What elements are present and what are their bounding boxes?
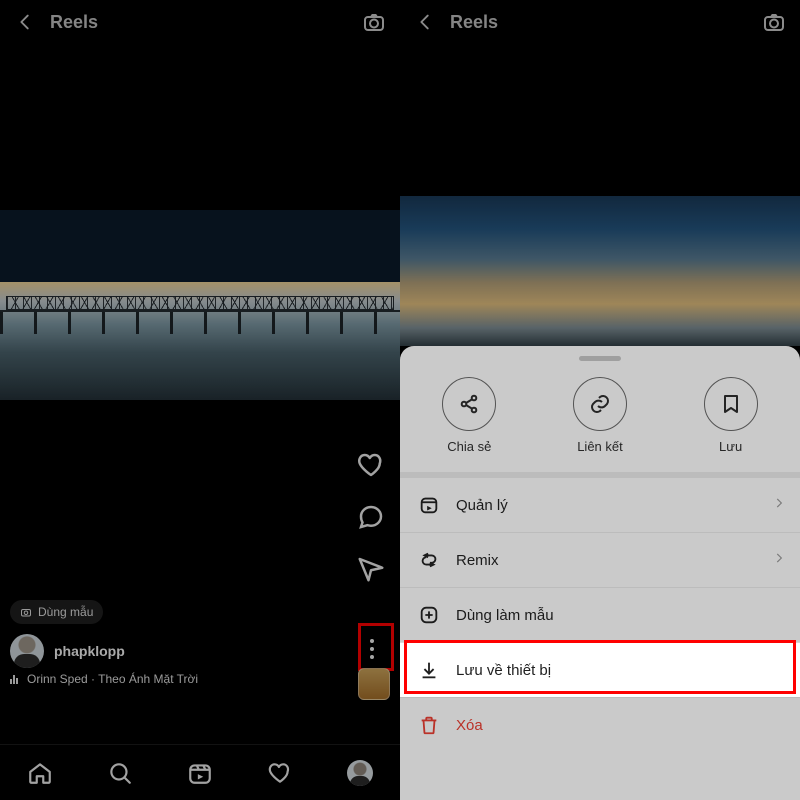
camera-mini-icon xyxy=(20,606,32,618)
save-button[interactable]: Lưu xyxy=(676,377,786,454)
right-topbar: Reels xyxy=(400,0,800,44)
camera-icon[interactable] xyxy=(362,10,386,34)
left-topbar: Reels xyxy=(0,0,400,44)
nav-reels-icon[interactable] xyxy=(187,760,213,786)
use-template-label: Dùng mẫu xyxy=(38,605,93,619)
send-icon[interactable] xyxy=(356,554,386,584)
manage-icon xyxy=(418,494,440,516)
menu-delete[interactable]: Xóa xyxy=(400,697,800,752)
nav-activity-icon[interactable] xyxy=(267,760,293,786)
download-icon xyxy=(418,659,440,681)
nav-home-icon[interactable] xyxy=(27,760,53,786)
comment-icon[interactable] xyxy=(356,502,386,532)
audio-row[interactable]: Orinn Sped · Theo Ánh Mặt Trời xyxy=(10,672,198,686)
nav-search-icon[interactable] xyxy=(107,760,133,786)
back-icon[interactable] xyxy=(14,11,36,33)
audio-label: Orinn Sped · Theo Ánh Mặt Trời xyxy=(27,672,198,686)
bridge-graphic xyxy=(0,306,400,338)
sheet-menu: Quản lý Remix Dùng làm mẫu Lưu về thiết … xyxy=(400,478,800,752)
link-label: Liên kết xyxy=(577,439,623,454)
reel-video-left[interactable] xyxy=(0,210,400,400)
author-avatar[interactable] xyxy=(10,634,44,668)
link-icon xyxy=(588,392,612,416)
options-bottom-sheet: Chia sẻ Liên kết Lưu Quản lý xyxy=(400,346,800,800)
kebab-icon xyxy=(370,639,374,659)
reel-action-column xyxy=(356,450,386,584)
use-template-pill[interactable]: Dùng mẫu xyxy=(10,600,103,624)
menu-use-template[interactable]: Dùng làm mẫu xyxy=(400,587,800,642)
sheet-top-actions: Chia sẻ Liên kết Lưu xyxy=(400,367,800,472)
menu-manage-label: Quản lý xyxy=(456,497,508,514)
trash-icon xyxy=(418,714,440,736)
page-title: Reels xyxy=(450,12,498,33)
audio-cover-tile[interactable] xyxy=(358,668,390,700)
author-username: phapklopp xyxy=(54,643,125,659)
share-button[interactable]: Chia sẻ xyxy=(414,377,524,454)
bookmark-icon xyxy=(719,392,743,416)
menu-manage[interactable]: Quản lý xyxy=(400,478,800,532)
remix-icon xyxy=(418,549,440,571)
more-button[interactable] xyxy=(350,627,394,671)
nav-profile-avatar[interactable] xyxy=(347,760,373,786)
link-button[interactable]: Liên kết xyxy=(545,377,655,454)
audio-bars-icon xyxy=(10,674,20,684)
like-icon[interactable] xyxy=(356,450,386,480)
chevron-right-icon xyxy=(772,551,786,569)
menu-save-to-device-label: Lưu về thiết bị xyxy=(456,662,551,679)
camera-icon[interactable] xyxy=(762,10,786,34)
menu-save-to-device[interactable]: Lưu về thiết bị xyxy=(400,642,800,697)
chevron-right-icon xyxy=(772,496,786,514)
menu-remix[interactable]: Remix xyxy=(400,532,800,587)
page-title: Reels xyxy=(50,12,98,33)
menu-remix-label: Remix xyxy=(456,552,499,569)
bottom-nav xyxy=(0,744,400,800)
save-label: Lưu xyxy=(719,439,742,454)
share-label: Chia sẻ xyxy=(447,439,491,454)
menu-delete-label: Xóa xyxy=(456,717,483,734)
back-icon[interactable] xyxy=(414,11,436,33)
share-icon xyxy=(457,392,481,416)
sheet-drag-handle[interactable] xyxy=(579,356,621,361)
author-row[interactable]: phapklopp xyxy=(10,634,125,668)
right-screenshot: Reels Chia sẻ Liên kết Lư xyxy=(400,0,800,800)
left-screenshot: Reels Dùng mẫu xyxy=(0,0,400,800)
reel-video-right[interactable] xyxy=(400,196,800,346)
menu-use-template-label: Dùng làm mẫu xyxy=(456,607,554,624)
plus-square-icon xyxy=(418,604,440,626)
